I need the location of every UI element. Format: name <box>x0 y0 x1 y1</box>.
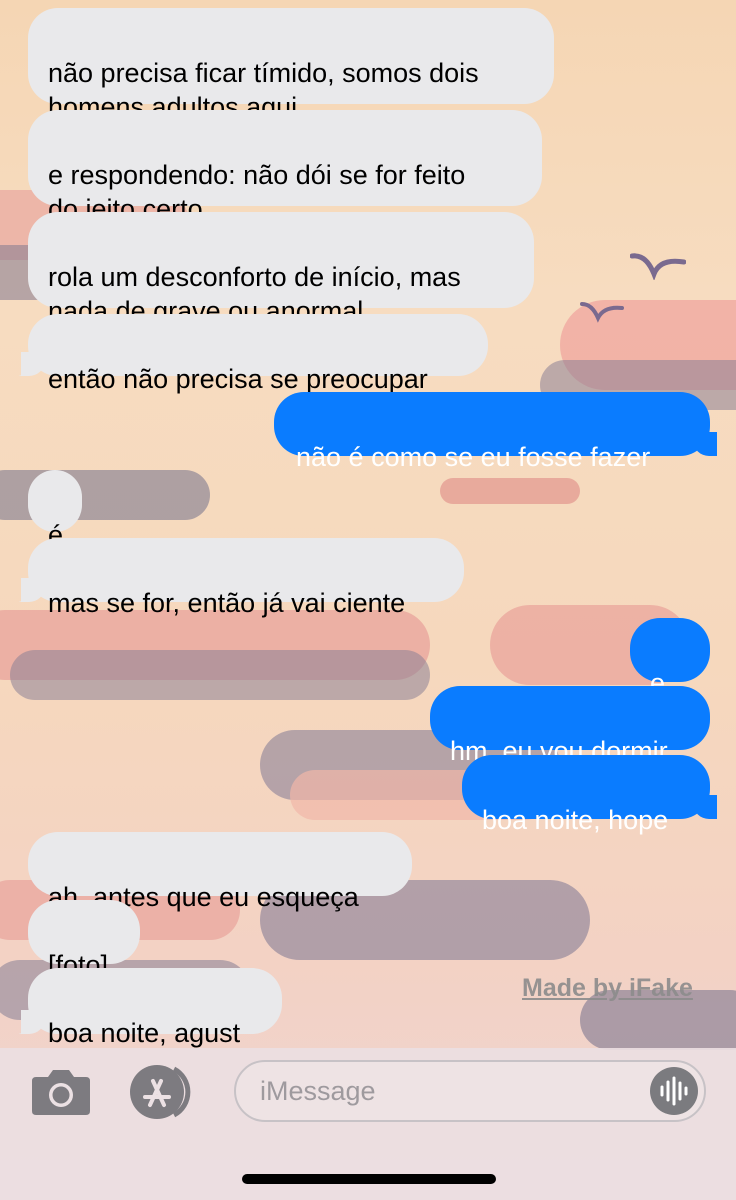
message-bubble-sent[interactable]: hm, eu vou dormir <box>430 686 710 766</box>
audio-record-button[interactable] <box>650 1067 698 1115</box>
camera-icon <box>32 1070 90 1115</box>
app-store-icon <box>130 1065 191 1119</box>
message-text: mas se for, então já vai ciente <box>48 588 406 618</box>
message-bubble-received[interactable]: então não precisa se preocupar <box>21 314 488 394</box>
message-thread: não precisa ficar tímido, somos dois hom… <box>0 0 736 1048</box>
message-bubble-received[interactable]: rola um desconforto de início, mas nada … <box>28 212 534 326</box>
bubble-tail <box>21 578 45 602</box>
message-bubble-received[interactable]: é <box>28 470 82 550</box>
home-indicator <box>242 1174 496 1184</box>
message-bubble-received[interactable]: ah, antes que eu esqueça <box>28 832 412 912</box>
bubble-tail <box>693 795 717 819</box>
input-placeholder: iMessage <box>260 1076 376 1106</box>
message-text: boa noite, agust <box>48 1018 241 1048</box>
bubble-tail <box>21 352 45 376</box>
camera-button[interactable] <box>30 1067 92 1117</box>
bubble-tail <box>21 1010 45 1034</box>
message-bubble-sent[interactable]: não é como se eu fosse fazer <box>274 392 717 472</box>
imessage-input[interactable]: iMessage <box>234 1060 706 1122</box>
audio-waveform-icon <box>660 1076 688 1106</box>
message-bubble-received[interactable]: e respondendo: não dói se for feito do j… <box>28 110 542 224</box>
message-bubble-received[interactable]: não precisa ficar tímido, somos dois hom… <box>28 8 554 122</box>
watermark-text: Made by iFake <box>522 974 693 1002</box>
message-bubble-received[interactable]: mas se for, então já vai ciente <box>21 538 464 618</box>
message-bubble-received[interactable]: boa noite, agust <box>21 968 282 1048</box>
message-text: então não precisa se preocupar <box>48 364 428 394</box>
message-bubble-sent[interactable]: e... <box>630 618 710 698</box>
message-text: boa noite, hope <box>482 805 669 835</box>
message-bubble-received[interactable]: [foto] <box>28 900 140 980</box>
app-store-button[interactable] <box>128 1063 198 1121</box>
message-text: não é como se eu fosse fazer <box>296 442 651 472</box>
message-bubble-sent[interactable]: boa noite, hope <box>462 755 717 835</box>
bubble-tail <box>693 432 717 456</box>
